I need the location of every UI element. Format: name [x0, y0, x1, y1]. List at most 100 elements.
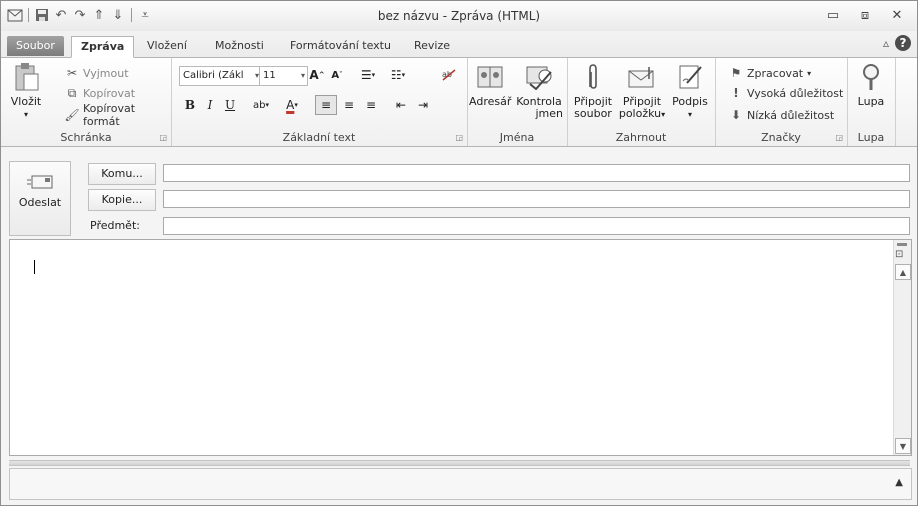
send-button[interactable]: Odeslat	[9, 161, 71, 236]
group-tags: ⚑ Zpracovat ▾ ! Vysoká důležitost ⬇ Nízká…	[715, 58, 848, 146]
follow-up-dropdown-icon[interactable]: ▾	[807, 69, 811, 78]
message-window: ↶ ↷ ⇑ ⇓ ⩡ bez názvu - Zpráva (HTML) ▭ ⧈ …	[0, 0, 918, 506]
scissors-icon: ✂	[66, 66, 78, 80]
compose-header: Odeslat Komu... Kopie... Předmět:	[1, 147, 917, 239]
font-size-value: 11	[263, 70, 276, 81]
text-cursor	[34, 260, 35, 274]
expand-people-pane-icon[interactable]: ▲	[895, 477, 903, 488]
check-names-icon	[524, 62, 554, 92]
cc-field[interactable]	[163, 190, 910, 208]
window-controls: ▭ ⧈ ✕	[819, 5, 911, 25]
align-right-icon[interactable]: ≡	[361, 96, 381, 114]
vertical-scrollbar[interactable]: ⊡ ▲ ▼	[893, 240, 911, 455]
tab-file[interactable]: Soubor	[7, 36, 64, 56]
attach-item-dropdown-icon[interactable]: ▾	[661, 110, 665, 119]
grow-font-icon[interactable]: A ^	[309, 66, 325, 84]
send-envelope-icon	[26, 172, 54, 192]
paste-button[interactable]: Vložit ▾	[9, 62, 43, 121]
ruler-toggle-icon[interactable]: ⊡	[895, 249, 903, 260]
font-color-icon[interactable]: A ▾	[279, 96, 305, 114]
restore-button[interactable]: ⧈	[851, 5, 879, 25]
to-field[interactable]	[163, 164, 910, 182]
paste-dropdown-icon[interactable]: ▾	[24, 110, 28, 119]
help-icon[interactable]: ?	[895, 35, 911, 51]
split-handle[interactable]	[897, 243, 907, 246]
format-painter-icon: 🖌	[64, 108, 80, 122]
people-pane: ▲	[9, 468, 912, 500]
attach-file-label-2: soubor	[574, 107, 612, 120]
check-names-button[interactable]: Kontrola jmen	[515, 62, 563, 120]
address-book-icon	[475, 62, 505, 92]
signature-button[interactable]: Podpis ▾	[669, 62, 711, 121]
scroll-up-icon[interactable]: ▲	[895, 264, 911, 280]
tab-insert[interactable]: Vložení	[138, 36, 196, 57]
subject-label: Předmět:	[90, 219, 140, 232]
decrease-indent-icon[interactable]: ⇤	[391, 96, 411, 114]
flag-icon: ⚑	[730, 66, 742, 80]
format-painter-label: Kopírovat formát	[83, 102, 136, 128]
font-family-value: Calibri (Zákl	[183, 70, 244, 81]
reading-pane-splitter[interactable]	[9, 460, 910, 466]
bullets-icon[interactable]: ☰ ▾	[355, 66, 381, 84]
to-button[interactable]: Komu...	[88, 163, 156, 185]
message-body[interactable]: ⊡ ▲ ▼	[9, 239, 912, 456]
font-size-dropdown-icon[interactable]: ▾	[301, 67, 305, 85]
attach-item-icon	[627, 62, 657, 92]
tab-review[interactable]: Revize	[405, 36, 459, 57]
address-book-button[interactable]: Adresář	[469, 62, 511, 108]
font-size-combo[interactable]: 11 ▾	[259, 66, 308, 86]
increase-indent-icon[interactable]: ⇥	[413, 96, 433, 114]
cc-button[interactable]: Kopie...	[88, 189, 156, 211]
tab-format-text[interactable]: Formátování textu	[281, 36, 400, 57]
tags-dialog-launcher-icon[interactable]: ◲	[835, 133, 843, 142]
signature-dropdown-icon[interactable]: ▾	[688, 110, 692, 119]
clipboard-dialog-launcher-icon[interactable]: ◲	[159, 133, 167, 142]
close-button[interactable]: ✕	[883, 5, 911, 25]
paperclip-icon	[578, 62, 608, 92]
group-zoom: Lupa Lupa	[847, 58, 896, 146]
subject-field[interactable]	[163, 217, 910, 235]
address-book-label: Adresář	[469, 95, 512, 108]
high-importance-button[interactable]: ! Vysoká důležitost	[729, 84, 843, 102]
italic-icon[interactable]: I	[203, 96, 217, 114]
minimize-button[interactable]: ▭	[819, 5, 847, 25]
attach-item-label-2: položku	[618, 107, 662, 120]
font-dialog-launcher-icon[interactable]: ◲	[455, 133, 463, 142]
tab-message[interactable]: Zpráva	[71, 36, 135, 58]
align-left-icon[interactable]: ≡	[315, 95, 337, 115]
align-center-icon[interactable]: ≡	[339, 96, 359, 114]
window-title: bez názvu - Zpráva (HTML)	[377, 9, 541, 23]
numbering-icon[interactable]: ☷ ▾	[385, 66, 411, 84]
copy-button[interactable]: ⧉ Kopírovat	[65, 84, 135, 102]
clipboard-group-label: Schránka	[60, 131, 112, 144]
highlight-icon[interactable]: ab ▾	[247, 96, 275, 114]
group-basic-text: Calibri (Zákl ▾ 11 ▾ A ^ Aˇ ☰ ▾ ☷ ▾ ab B I …	[171, 58, 468, 146]
attach-file-button[interactable]: Připojit soubor	[571, 62, 615, 120]
format-painter-button[interactable]: 🖌 Kopírovat formát	[64, 102, 171, 128]
clear-formatting-icon[interactable]: ab	[439, 66, 459, 84]
copy-label: Kopírovat	[83, 86, 136, 100]
tab-options[interactable]: Možnosti	[206, 36, 273, 57]
underline-icon[interactable]: U	[223, 96, 237, 114]
scroll-down-icon[interactable]: ▼	[895, 438, 911, 454]
check-names-label-2: jmen	[535, 107, 563, 120]
follow-up-button[interactable]: ⚑ Zpracovat ▾	[729, 64, 812, 82]
cut-button[interactable]: ✂ Vyjmout	[65, 64, 129, 82]
font-family-combo[interactable]: Calibri (Zákl ▾	[179, 66, 262, 86]
low-importance-button[interactable]: ⬇ Nízká důležitost	[729, 106, 834, 124]
group-names: Adresář Kontrola jmen Jména	[467, 58, 568, 146]
ribbon-tabs: Soubor Zpráva Vložení Možnosti Formátová…	[1, 31, 917, 58]
minimize-ribbon-icon[interactable]: ▵	[883, 36, 889, 50]
ribbon-help-area: ▵ ?	[883, 35, 911, 51]
copy-icon: ⧉	[67, 85, 77, 100]
tags-group-label: Značky	[761, 131, 801, 144]
zoom-button[interactable]: Lupa	[851, 62, 891, 108]
attach-item-button[interactable]: Připojit položku▾	[617, 62, 667, 121]
down-arrow-icon: ⬇	[730, 108, 742, 122]
shrink-font-icon[interactable]: Aˇ	[329, 66, 345, 84]
magnifier-icon	[856, 62, 886, 92]
group-clipboard: Vložit ▾ ✂ Vyjmout ⧉ Kopírovat 🖌 Kopírova…	[1, 58, 172, 146]
exclamation-icon: !	[733, 86, 739, 100]
zoom-group-label: Lupa	[857, 131, 885, 144]
bold-icon[interactable]: B	[183, 96, 197, 114]
